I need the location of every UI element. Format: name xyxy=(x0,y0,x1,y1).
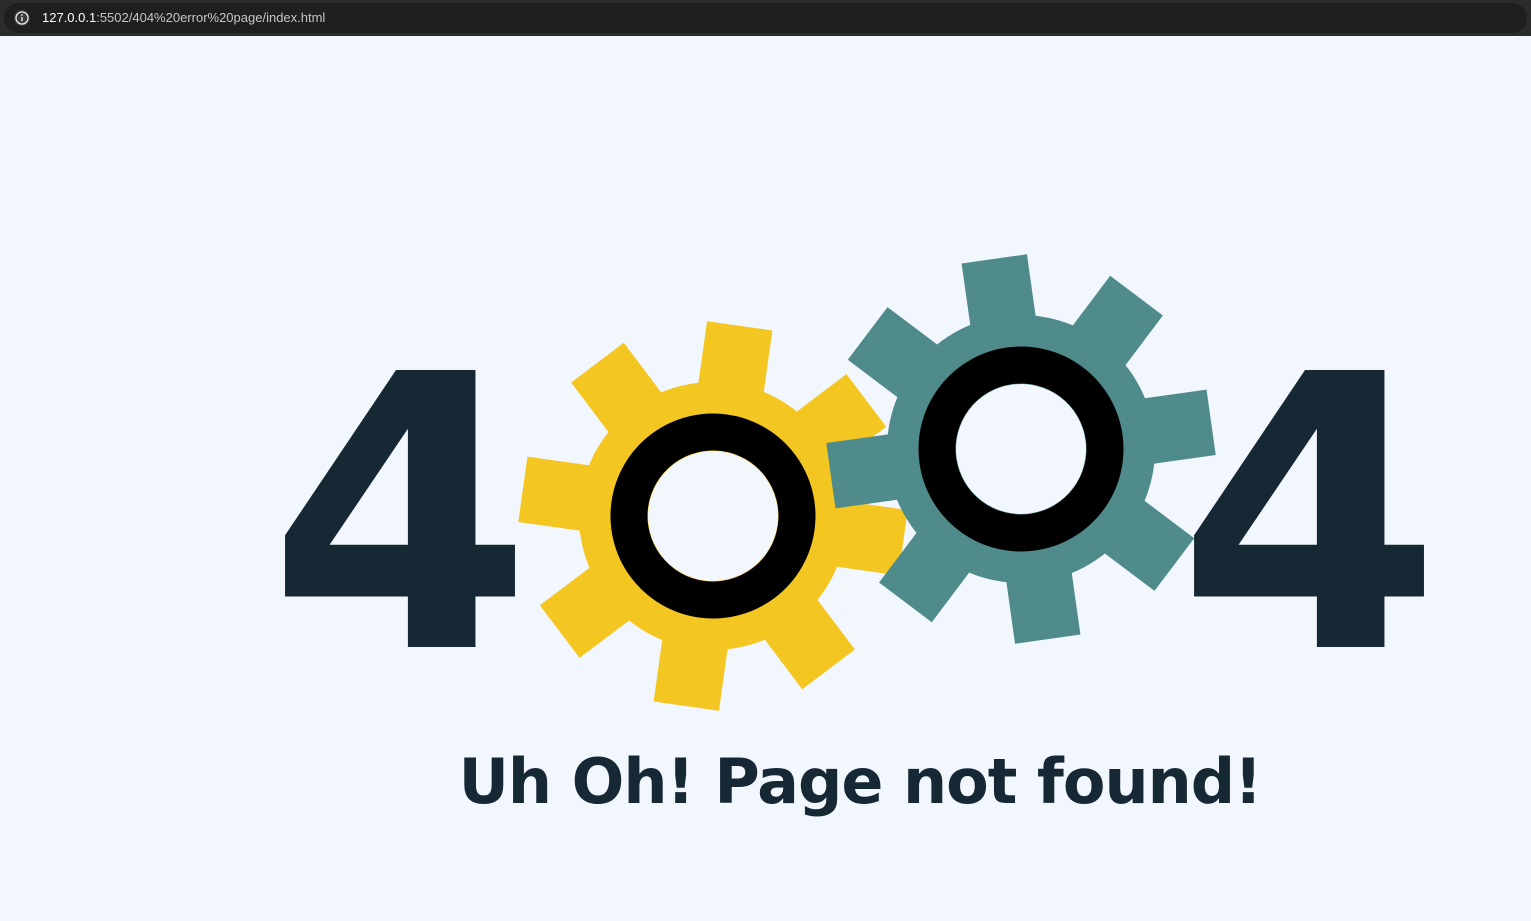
error-message: Uh Oh! Page not found! xyxy=(458,745,1263,818)
info-icon[interactable] xyxy=(14,10,30,26)
browser-address-bar: 127.0.0.1:5502/404%20error%20page/index.… xyxy=(0,0,1531,36)
teal-gear-icon xyxy=(826,254,1216,644)
url-text[interactable]: 127.0.0.1:5502/404%20error%20page/index.… xyxy=(42,9,325,27)
404-illustration: 4 4 xyxy=(268,254,1441,737)
url-host: 127.0.0.1 xyxy=(42,10,97,25)
digit-four-right: 4 xyxy=(1177,294,1441,737)
digit-four-left: 4 xyxy=(268,294,532,737)
page-viewport: 4 4 Uh Oh! Page not found! xyxy=(0,42,1531,921)
url-path: :5502/404%20error%20page/index.html xyxy=(96,10,326,25)
